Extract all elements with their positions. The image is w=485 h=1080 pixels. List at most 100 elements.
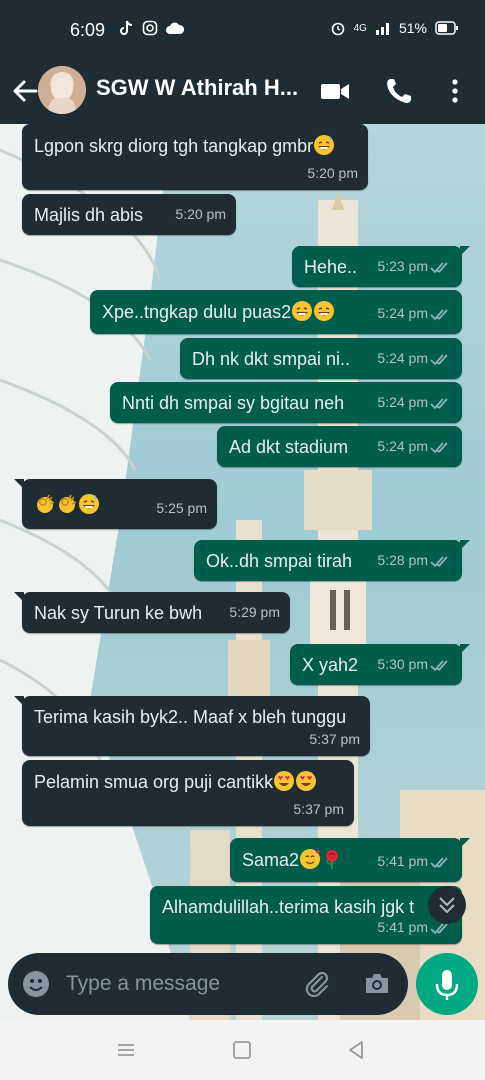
- message-timestamp: 5:30 pm: [377, 656, 428, 672]
- message-text: Ad dkt stadium: [229, 436, 348, 458]
- ok-hand-emoji-icon: [59, 494, 77, 513]
- outgoing-message-bubble[interactable]: Alhamdulillah..terima kasih jgk t 5:41 pm: [150, 886, 462, 944]
- status-time: 6:09: [70, 20, 106, 40]
- incoming-message-bubble[interactable]: Terima kasih byk2.. Maaf x bleh tunggu 5:…: [22, 696, 370, 756]
- incoming-message-bubble[interactable]: Majlis dh abis 5:20 pm: [22, 194, 236, 235]
- heart-eyes-emoji-icon: [274, 771, 295, 791]
- home-icon[interactable]: [232, 1040, 252, 1060]
- tiktok-icon: [120, 20, 133, 35]
- incoming-message-bubble[interactable]: Nak sy Turun ke bwh 5:29 pm: [22, 592, 290, 633]
- double-check-icon: [430, 442, 448, 454]
- message-text-content: Terima kasih byk2.. Maaf x bleh tunggu: [34, 707, 347, 727]
- message-text: Lgpon skrg diorg tgh tangkap gmbr: [34, 134, 335, 157]
- back-nav-icon[interactable]: [346, 1040, 366, 1060]
- system-nav-bar: [0, 1020, 485, 1080]
- network-label: 4G: [353, 22, 367, 34]
- outgoing-message-bubble[interactable]: Ok..dh smpai tirah 5:28 pm: [194, 540, 462, 581]
- bubble-tail: [14, 696, 24, 706]
- message-text: Pelamin smua org puji cantikk: [34, 770, 317, 793]
- double-chevron-down-icon: [439, 897, 455, 914]
- message-timestamp: 5:24 pm: [377, 305, 428, 321]
- battery-icon: [435, 21, 458, 35]
- contact-name[interactable]: SGW W Athirah H...: [96, 75, 298, 101]
- voice-message-button[interactable]: [416, 953, 478, 1015]
- voice-call-icon[interactable]: [382, 74, 416, 108]
- double-check-icon: [430, 660, 448, 672]
- message-timestamp: 5:25 pm: [156, 500, 207, 516]
- attach-icon[interactable]: [302, 969, 332, 999]
- contact-avatar[interactable]: [38, 66, 86, 114]
- message-input[interactable]: Type a message: [66, 972, 220, 996]
- message-timestamp: 5:24 pm: [377, 350, 428, 366]
- message-text: Hehe..: [304, 256, 357, 278]
- smiling-hearts-emoji-icon: [300, 849, 321, 869]
- camera-icon[interactable]: [362, 969, 392, 999]
- message-timestamp: 5:29 pm: [229, 604, 280, 620]
- incoming-message-bubble[interactable]: Pelamin smua org puji cantikk 5:37 pm: [22, 760, 354, 826]
- message-text-content: Xpe..tngkap dulu puas2: [102, 302, 292, 322]
- sweat-smile-emoji-icon: [79, 494, 99, 514]
- message-text: Alhamdulillah..terima kasih jgk t: [162, 896, 414, 918]
- double-check-icon: [430, 398, 448, 410]
- message-text-content: Majlis dh abis: [34, 205, 144, 225]
- message-text-content: Sama2: [242, 850, 300, 870]
- microphone-icon: [435, 970, 459, 1000]
- sweat-smile-emoji-icon: [314, 135, 335, 155]
- more-options-icon[interactable]: [438, 74, 472, 108]
- message-text: Dh nk dkt smpai ni..: [192, 348, 350, 370]
- outgoing-message-bubble[interactable]: Nnti dh smpai sy bgitau neh 5:24 pm: [110, 382, 462, 423]
- signal-icon: [375, 23, 389, 35]
- outgoing-message-bubble[interactable]: Ad dkt stadium 5:24 pm: [217, 426, 462, 467]
- message-text-content: Lgpon skrg diorg tgh tangkap gmbr: [34, 136, 314, 156]
- message-text-content: Ok..dh smpai tirah: [206, 551, 353, 571]
- bubble-tail: [460, 246, 470, 256]
- video-call-icon[interactable]: [318, 74, 352, 108]
- bubble-tail: [460, 838, 470, 848]
- outgoing-message-bubble[interactable]: Sama2 5:41 pm: [230, 838, 462, 882]
- bubble-tail: [460, 540, 470, 550]
- rose-emoji-icon: [326, 850, 339, 869]
- status-bar: 6:09 4G 51%: [0, 0, 485, 58]
- message-timestamp: 5:20 pm: [307, 165, 358, 181]
- message-text-content: Nnti dh smpai sy bgitau neh: [122, 393, 345, 413]
- double-check-icon: [430, 262, 448, 274]
- back-arrow-icon[interactable]: [10, 76, 40, 106]
- message-text: Nnti dh smpai sy bgitau neh: [122, 392, 344, 414]
- message-text: Terima kasih byk2.. Maaf x bleh tunggu: [34, 706, 346, 728]
- heart-eyes-emoji-icon: [296, 771, 317, 791]
- scroll-to-bottom-button[interactable]: [428, 886, 466, 924]
- message-text-content: Ad dkt stadium: [229, 437, 349, 457]
- bubble-tail: [460, 644, 470, 654]
- double-check-icon: [430, 923, 448, 935]
- message-timestamp: 5:37 pm: [293, 801, 344, 817]
- message-text-content: X yah2: [302, 655, 359, 675]
- outgoing-message-bubble[interactable]: Xpe..tngkap dulu puas2 5:24 pm: [90, 290, 462, 334]
- message-timestamp: 5:23 pm: [377, 258, 428, 274]
- outgoing-message-bubble[interactable]: Hehe.. 5:23 pm: [292, 246, 462, 287]
- instagram-icon: [142, 20, 158, 36]
- incoming-message-bubble[interactable]: Lgpon skrg diorg tgh tangkap gmbr 5:20 pm: [22, 124, 368, 190]
- double-check-icon: [430, 556, 448, 568]
- message-timestamp: 5:24 pm: [377, 394, 428, 410]
- emoji-icon[interactable]: [22, 970, 50, 998]
- message-timestamp: 5:41 pm: [377, 853, 428, 869]
- recent-apps-icon[interactable]: [116, 1040, 136, 1060]
- bubble-tail: [14, 479, 24, 489]
- incoming-message-bubble[interactable]: 5:25 pm: [22, 479, 217, 529]
- message-timestamp: 5:28 pm: [377, 552, 428, 568]
- outgoing-message-bubble[interactable]: X yah2 5:30 pm: [290, 644, 462, 685]
- message-text-content: Dh nk dkt smpai ni..: [192, 349, 351, 369]
- message-text: [34, 493, 100, 516]
- message-composer: Type a message: [8, 953, 408, 1015]
- double-check-icon: [430, 354, 448, 366]
- ok-hand-emoji-icon: [37, 494, 55, 513]
- double-check-icon: [430, 857, 448, 869]
- cloud-icon: [166, 22, 184, 34]
- message-text-content: Hehe..: [304, 257, 358, 277]
- outgoing-message-bubble[interactable]: Dh nk dkt smpai ni.. 5:24 pm: [180, 338, 462, 379]
- grin-emoji-icon: [292, 301, 313, 321]
- battery-percent: 51%: [398, 20, 427, 36]
- message-text: Majlis dh abis: [34, 204, 143, 226]
- bubble-tail: [14, 592, 24, 602]
- message-timestamp: 5:41 pm: [377, 919, 428, 935]
